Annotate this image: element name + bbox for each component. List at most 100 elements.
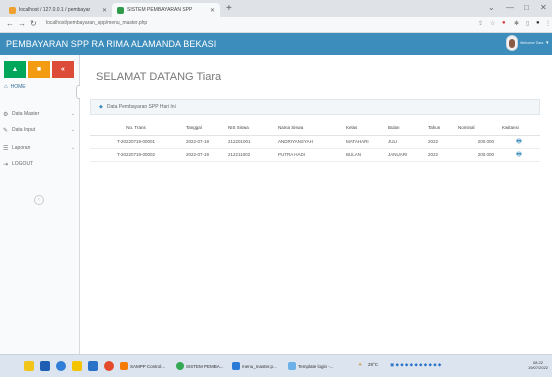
taskbar-app-template[interactable]: Template login -... (288, 360, 334, 372)
document-icon (288, 362, 296, 370)
taskbar-app-editor[interactable]: menu_master.p... (232, 360, 277, 372)
cell-nis: 212211002 (224, 148, 274, 162)
new-tab-button[interactable]: + (226, 3, 232, 15)
sidebar-item-label: Data Master (12, 111, 40, 117)
table-row: T-20220719-00002 2022-07-19 212211002 PU… (90, 148, 540, 162)
profile-icon[interactable]: ● (536, 20, 540, 26)
edge-icon[interactable] (56, 361, 66, 371)
shortcut-red-button[interactable]: « (52, 61, 74, 78)
taskbar-app-chrome[interactable]: SISTEM PEMBA... (176, 360, 224, 372)
user-menu[interactable]: Welcome Tiara ▾ (506, 35, 549, 51)
file-explorer-icon[interactable] (72, 361, 82, 371)
print-icon[interactable]: 🖶 (498, 135, 540, 149)
clock[interactable]: 08.22 19/07/2022 (528, 360, 548, 370)
collapse-circle-icon[interactable]: ‹ (34, 195, 44, 205)
app-title: PEMBAYARAN SPP RA RIMA ALAMANDA BEKASI (6, 39, 217, 49)
bullet-icon: ◆ (99, 104, 103, 110)
taskbar-app-label: SAMPP Control... (130, 363, 166, 369)
table-row: T-20220719-00001 2022-07-19 212201001 AN… (90, 135, 540, 149)
url-field[interactable]: localhost/pembayaran_spp/menu_master.php (46, 20, 147, 26)
phpmyadmin-favicon-icon (9, 6, 16, 14)
chrome-icon (176, 362, 184, 370)
sidebar-item-label: Data Input (12, 127, 36, 133)
cell-nama: ANDRIYANSYAH (274, 135, 342, 149)
clock-date: 19/07/2022 (528, 365, 549, 370)
store-icon[interactable] (40, 361, 50, 371)
cell-nama: PUTRA HADI (274, 148, 342, 162)
cell-bulan: JANUARI (384, 148, 424, 162)
back-icon[interactable]: ← (6, 19, 14, 28)
bookmark-star-icon[interactable]: ☆ (490, 20, 495, 27)
taskbar-app-xampp[interactable]: SAMPP Control... (120, 360, 165, 372)
firefox-icon[interactable] (104, 361, 114, 371)
sidepanel-icon[interactable]: ▯ (526, 20, 529, 27)
sidebar: ▲ ■ « ⌂ HOME ⚙ Data Master ⌄ ✎ Data Inpu… (0, 55, 84, 354)
close-tab-icon[interactable]: ✕ (210, 7, 215, 14)
taskbar-app-label: Template login -... (298, 363, 334, 369)
app-header: PEMBAYARAN SPP RA RIMA ALAMANDA BEKASI W… (0, 33, 552, 55)
page-title: SELAMAT DATANG Tiara (96, 71, 222, 83)
column-header: Tahun (424, 121, 454, 136)
shortcut-yellow-button[interactable]: ■ (28, 61, 50, 78)
close-tab-icon[interactable]: ✕ (102, 7, 107, 14)
share-icon[interactable]: ⇪ (478, 20, 483, 27)
cell-tanggal: 2022-07-19 (182, 135, 224, 149)
cell-nominal: 200.000 (454, 135, 498, 149)
column-header: Tanggal (182, 121, 224, 136)
cell-no-trans: T-20220719-00002 (90, 148, 182, 162)
browser-tab-sistem[interactable]: SISTEM PEMBAYARAN SPP ✕ (112, 3, 220, 17)
print-icon[interactable]: 🖶 (498, 148, 540, 162)
browser-tab-phpmyadmin[interactable]: localhost / 127.0.0.1 / pembayar ✕ (4, 3, 112, 17)
tray-icons[interactable]: ▣ ◆ ◆ ◆ ◆ ◆ ◆ ◆ ◆ ◆ ◆ (390, 362, 441, 368)
reload-icon[interactable]: ↻ (30, 19, 37, 28)
extension-icon[interactable]: ● (502, 20, 506, 26)
shortcut-green-button[interactable]: ▲ (4, 61, 26, 78)
browser-tab-bar: localhost / 127.0.0.1 / pembayar ✕ SISTE… (0, 0, 552, 17)
weather-icon[interactable]: ☀ (358, 362, 362, 368)
cell-kelas: MATAHARI (342, 135, 384, 149)
taskbar-app-label: menu_master.p... (242, 363, 277, 369)
main-content: SELAMAT DATANG Tiara ◆ Data Pembayaran S… (80, 55, 552, 354)
column-header: No. Trans (90, 121, 182, 136)
address-bar-row: ← → ↻ localhost/pembayaran_spp/menu_mast… (0, 17, 552, 33)
taskbar: SAMPP Control... SISTEM PEMBA... menu_ma… (0, 354, 552, 377)
sidebar-item-label: LOGOUT (12, 161, 34, 167)
panel-header: ◆ Data Pembayaran SPP Hari Ini (90, 99, 540, 115)
sidebar-item-laporan[interactable]: ☰ Laporan ⌄ (3, 141, 78, 155)
panel-title: Data Pembayaran SPP Hari Ini (106, 104, 176, 110)
avatar (506, 35, 518, 51)
browser-menu-icon[interactable]: ⋮ (545, 20, 551, 27)
cell-bulan: JULI (384, 135, 424, 149)
chevron-down-icon: ⌄ (70, 127, 75, 133)
tab-label: localhost / 127.0.0.1 / pembayar (19, 7, 91, 13)
cell-tahun: 2022 (424, 135, 454, 149)
sidebar-item-label: Laporan (12, 145, 31, 151)
table-header-row: No. Trans Tanggal NIS Siswa Nama Siswa K… (90, 121, 540, 136)
logout-icon: ⇥ (3, 161, 9, 168)
extensions-puzzle-icon[interactable]: ✱ (514, 20, 519, 27)
mail-icon[interactable] (88, 361, 98, 371)
sidebar-item-logout[interactable]: ⇥ LOGOUT (3, 157, 78, 171)
folder-icon[interactable] (24, 361, 34, 371)
cell-tahun: 2022 (424, 148, 454, 162)
sidebar-item-home[interactable]: ⌂ HOME (4, 84, 26, 90)
minimize-icon[interactable]: — (506, 3, 514, 12)
chevron-down-icon: ▾ (546, 40, 549, 46)
gears-icon: ⚙ (3, 111, 9, 118)
taskbar-app-label: SISTEM PEMBA... (186, 363, 224, 369)
chevron-down-icon: ⌄ (70, 145, 75, 151)
sidebar-item-data-master[interactable]: ⚙ Data Master ⌄ (3, 107, 78, 121)
sidebar-item-data-input[interactable]: ✎ Data Input ⌄ (3, 123, 78, 137)
window-close-icon[interactable]: ✕ (540, 3, 547, 12)
tab-search-icon[interactable]: ⌄ (488, 3, 495, 12)
cell-no-trans: T-20220719-00001 (90, 135, 182, 149)
maximize-icon[interactable]: □ (524, 3, 529, 12)
sidebar-item-label: HOME (10, 84, 26, 90)
list-icon: ☰ (3, 145, 9, 152)
forward-icon[interactable]: → (18, 19, 26, 28)
app-favicon-icon (117, 6, 124, 14)
column-header: Nominal (454, 121, 498, 136)
home-icon: ⌂ (4, 84, 8, 90)
xampp-icon (120, 362, 128, 370)
column-header: Bulan (384, 121, 424, 136)
